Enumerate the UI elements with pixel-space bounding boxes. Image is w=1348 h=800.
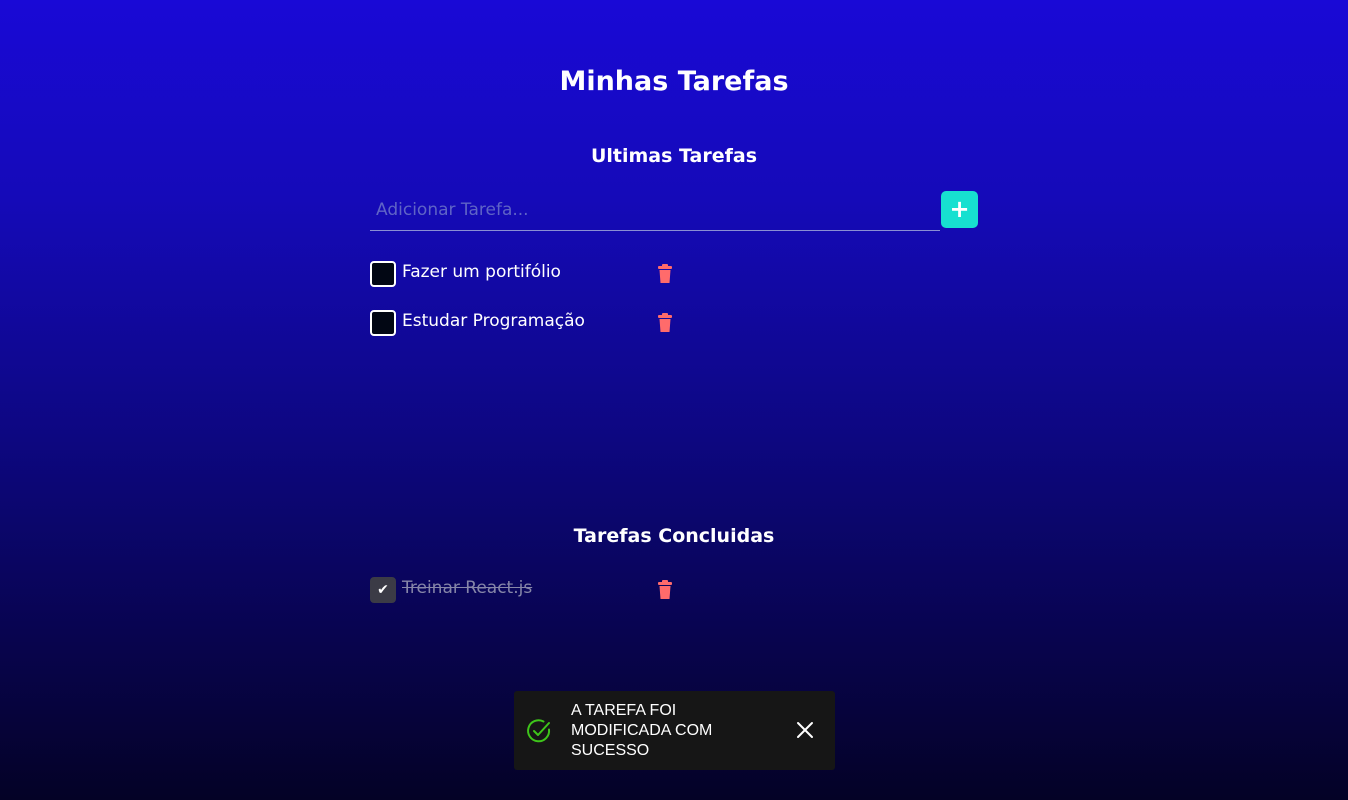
trash-icon[interactable] bbox=[657, 313, 673, 333]
task-item: Estudar Programação bbox=[370, 310, 680, 336]
check-circle-icon bbox=[527, 719, 551, 743]
success-toast: A TAREFA FOI MODIFICADA COM SUCESSO bbox=[514, 691, 835, 770]
close-icon[interactable] bbox=[794, 719, 816, 741]
task-label: Fazer um portifólio bbox=[402, 262, 561, 282]
trash-icon[interactable] bbox=[657, 580, 673, 600]
task-checkbox[interactable] bbox=[370, 261, 396, 287]
task-checkbox[interactable] bbox=[370, 310, 396, 336]
task-item-done: ✔ Treinar React.js bbox=[370, 577, 680, 603]
done-section-title: Tarefas Concluidas bbox=[573, 525, 775, 547]
task-item: Fazer um portifólio bbox=[370, 261, 680, 287]
add-task-button[interactable]: + bbox=[941, 191, 978, 228]
add-task-input[interactable] bbox=[370, 190, 940, 231]
task-checkbox-checked[interactable]: ✔ bbox=[370, 577, 396, 603]
task-label: Estudar Programação bbox=[402, 311, 585, 331]
task-label-done: Treinar React.js bbox=[402, 578, 533, 598]
pending-section-title: Ultimas Tarefas bbox=[590, 145, 758, 167]
toast-message: A TAREFA FOI MODIFICADA COM SUCESSO bbox=[571, 702, 713, 759]
add-task-row: + bbox=[370, 190, 978, 232]
page-title: Minhas Tarefas bbox=[559, 66, 789, 97]
trash-icon[interactable] bbox=[657, 264, 673, 284]
